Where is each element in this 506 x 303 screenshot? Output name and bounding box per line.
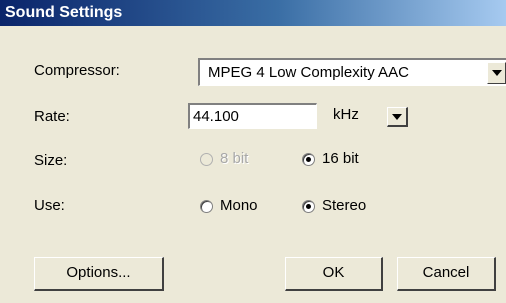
rate-input[interactable]: 44.100 xyxy=(188,103,317,129)
compressor-select[interactable]: MPEG 4 Low Complexity AAC xyxy=(198,58,506,86)
use-label: Use: xyxy=(34,197,65,214)
size-8bit-label: 8 bit xyxy=(220,150,249,167)
size-16bit-label: 16 bit xyxy=(322,150,359,167)
rate-dropdown-button[interactable] xyxy=(387,107,408,127)
window-title: Sound Settings xyxy=(5,4,123,21)
compressor-dropdown-button[interactable] xyxy=(487,62,506,84)
chevron-down-icon xyxy=(492,70,502,76)
radio-checked-icon xyxy=(302,153,315,166)
radio-unchecked-icon xyxy=(200,200,213,213)
use-mono-label: Mono xyxy=(220,197,258,214)
use-stereo-label: Stereo xyxy=(322,197,367,214)
cancel-button[interactable]: Cancel xyxy=(397,257,496,291)
compressor-value: MPEG 4 Low Complexity AAC xyxy=(208,64,409,81)
rate-label: Rate: xyxy=(34,108,70,125)
size-label: Size: xyxy=(34,152,68,169)
chevron-down-icon xyxy=(392,114,402,120)
ok-button[interactable]: OK xyxy=(285,257,383,291)
radio-unchecked-icon xyxy=(200,153,213,166)
rate-value: 44.100 xyxy=(193,108,239,125)
title-bar[interactable]: Sound Settings xyxy=(0,0,506,26)
rate-unit-label: kHz xyxy=(333,106,359,123)
options-button[interactable]: Options... xyxy=(34,257,164,291)
radio-checked-icon xyxy=(302,200,315,213)
compressor-label: Compressor: xyxy=(34,62,120,79)
